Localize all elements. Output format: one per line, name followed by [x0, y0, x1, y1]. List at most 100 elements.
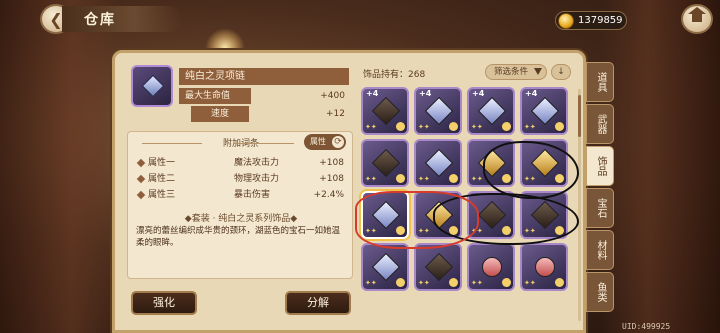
lock-icon [555, 278, 564, 287]
lock-icon [396, 174, 405, 183]
filter-label: 筛选条件 [494, 67, 529, 77]
affix-stat: 魔法攻击力 [234, 158, 280, 168]
annotation-scribble-red [355, 191, 479, 249]
set-description: 漂亮的蕾丝编织成华贵的颈环，湖蓝色的宝石一如她温柔的眼眸。 [136, 226, 341, 248]
stat-label: 最大生命值 [179, 88, 251, 104]
top-bar: ❮ 仓库 1379859 [0, 0, 720, 40]
tab-1[interactable]: 武器 [586, 104, 614, 144]
decompose-button[interactable]: 分解 [285, 291, 351, 315]
refresh-icon: ⟳ [332, 136, 344, 148]
accessory-icon [477, 96, 507, 126]
inventory-slot[interactable]: +4 ✦✦ [361, 87, 409, 135]
enhance-level: +4 [525, 89, 538, 98]
filter-button[interactable]: 筛选条件 [485, 64, 547, 80]
affix-name: 属性一 [148, 158, 176, 168]
stat-row-speed: 速度 +12 [179, 106, 349, 122]
lock-icon [555, 122, 564, 131]
necklace-gem-icon [141, 74, 165, 98]
enhance-level: +4 [419, 89, 432, 98]
scrollbar-thumb[interactable] [578, 95, 581, 137]
item-name: 纯白之灵项链 [179, 68, 349, 85]
currency-display: 1379859 [555, 11, 627, 30]
accessory-icon [424, 96, 454, 126]
star-rating-icon: ✦✦ [418, 123, 430, 131]
background-curtain-right [600, 0, 720, 333]
background-curtain-left [0, 0, 120, 333]
attribute-button[interactable]: 属性 ⟳ [304, 134, 346, 150]
enhance-level: +4 [366, 89, 379, 98]
back-arrow-icon: ❮ [49, 9, 63, 29]
inventory-slot[interactable]: +4 ✦✦ [520, 87, 568, 135]
tab-4[interactable]: 材料 [586, 230, 614, 270]
set-title: ◆套装 · 纯白之灵系列饰品◆ [184, 214, 298, 224]
inventory: 饰品持有：268 筛选条件 ↓ +4 ✦✦ +4 ✦✦ +4 ✦✦ +4 ✦✦ ✦✦ ✦✦ ✦✦ ✦✦… [355, 61, 583, 326]
accessory-icon [530, 96, 560, 126]
tab-5[interactable]: 鱼类 [586, 272, 614, 312]
lock-icon [396, 122, 405, 131]
inventory-slot[interactable]: ✦✦ [520, 243, 568, 291]
tab-2[interactable]: 饰品 [586, 146, 614, 186]
star-rating-icon: ✦✦ [418, 175, 430, 183]
tab-0[interactable]: 道具 [586, 62, 614, 102]
home-icon [688, 7, 706, 25]
affix-value: +2.4% [313, 190, 344, 200]
diamond-bullet-icon [136, 174, 146, 184]
star-rating-icon: ✦✦ [365, 123, 377, 131]
item-detail: 纯白之灵项链 最大生命值 +400 速度 +12 附加词条 属性 ⟳ 属性一 魔… [127, 61, 353, 326]
lock-icon [502, 122, 511, 131]
warehouse-panel: 纯白之灵项链 最大生命值 +400 速度 +12 附加词条 属性 ⟳ 属性一 魔… [112, 50, 586, 333]
strengthen-button[interactable]: 强化 [131, 291, 197, 315]
star-rating-icon: ✦✦ [524, 279, 536, 287]
diamond-bullet-icon [136, 158, 146, 168]
inventory-slot[interactable]: +4 ✦✦ [467, 87, 515, 135]
tab-3[interactable]: 宝石 [586, 188, 614, 228]
accessory-icon [530, 252, 560, 282]
affix-name: 属性二 [148, 174, 176, 184]
star-rating-icon: ✦✦ [471, 123, 483, 131]
home-button[interactable] [681, 4, 713, 34]
accessory-icon [424, 252, 454, 282]
affix-box: 附加词条 属性 ⟳ 属性一 魔法攻击力 +108 属性二 物理攻击力 +108 … [127, 131, 353, 279]
accessory-icon [371, 96, 401, 126]
inventory-scrollbar[interactable] [578, 89, 581, 321]
affix-row: 属性一 魔法攻击力 +108 [134, 156, 348, 170]
lock-icon [449, 278, 458, 287]
affix-stat: 物理攻击力 [234, 174, 280, 184]
stat-label: 速度 [191, 106, 249, 122]
selected-item-icon [131, 65, 173, 107]
affix-stat: 暴击伤害 [234, 190, 271, 200]
sort-button[interactable]: ↓ [551, 64, 571, 80]
inventory-slot[interactable]: ✦✦ [467, 243, 515, 291]
inventory-slot[interactable]: +4 ✦✦ [414, 87, 462, 135]
star-rating-icon: ✦✦ [471, 279, 483, 287]
stat-row-hp: 最大生命值 +400 [179, 88, 349, 104]
lock-icon [449, 122, 458, 131]
filter-icon [534, 68, 542, 75]
star-rating-icon: ✦✦ [365, 279, 377, 287]
enhance-level: +4 [472, 89, 485, 98]
page-title: 仓库 [84, 12, 116, 28]
currency-amount: 1379859 [578, 15, 623, 26]
attribute-button-label: 属性 [310, 137, 326, 146]
inventory-slot[interactable]: ✦✦ [414, 139, 462, 187]
inventory-slot[interactable]: ✦✦ [414, 243, 462, 291]
affix-row: 属性三 暴击伤害 +2.4% [134, 188, 348, 202]
accessory-icon [371, 148, 401, 178]
diamond-bullet-icon [136, 190, 146, 200]
page-title-plate: 仓库 [62, 6, 182, 32]
star-rating-icon: ✦✦ [365, 175, 377, 183]
star-rating-icon: ✦✦ [524, 123, 536, 131]
affix-row: 属性二 物理攻击力 +108 [134, 172, 348, 186]
user-id: UID:499925 [622, 322, 671, 331]
affix-name: 属性三 [148, 190, 176, 200]
accessory-icon [371, 252, 401, 282]
inventory-slot[interactable]: ✦✦ [361, 139, 409, 187]
coin-icon [558, 12, 574, 29]
inventory-count: 饰品持有：268 [363, 70, 426, 80]
lock-icon [449, 174, 458, 183]
stat-value: +12 [326, 109, 345, 119]
inventory-slot[interactable]: ✦✦ [361, 243, 409, 291]
stat-value: +400 [320, 91, 345, 101]
accessory-icon [477, 252, 507, 282]
star-rating-icon: ✦✦ [471, 175, 483, 183]
